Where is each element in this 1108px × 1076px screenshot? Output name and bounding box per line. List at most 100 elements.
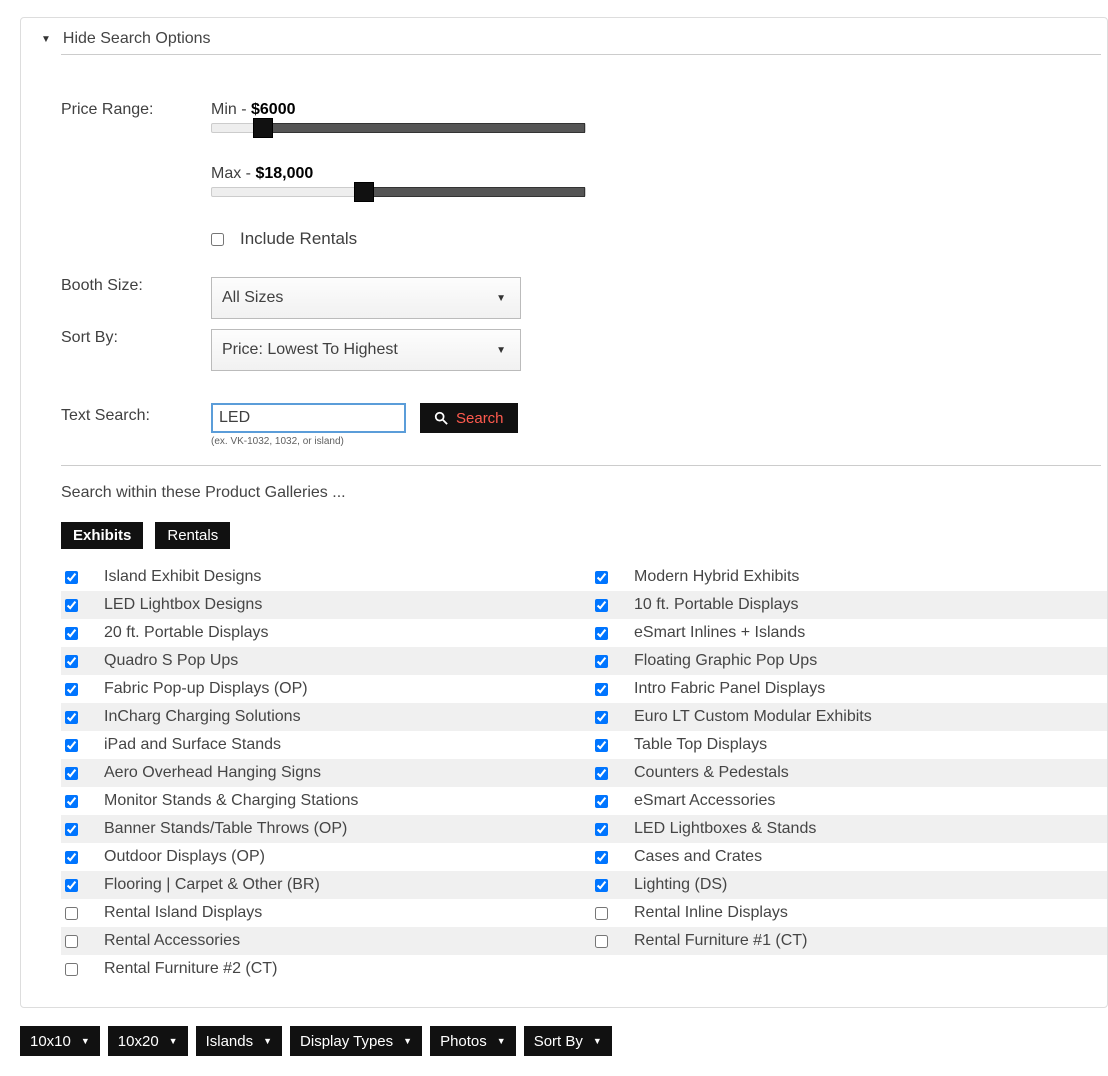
toggle-search-options[interactable]: ▼ Hide Search Options bbox=[61, 30, 1101, 55]
gallery-label: Flooring | Carpet & Other (BR) bbox=[104, 876, 320, 894]
gallery-checkbox[interactable] bbox=[595, 711, 608, 724]
gallery-label: Fabric Pop-up Displays (OP) bbox=[104, 680, 308, 698]
gallery-checkbox[interactable] bbox=[65, 823, 78, 836]
footer-filter-button[interactable]: 10x20▼ bbox=[108, 1026, 188, 1056]
gallery-checkbox[interactable] bbox=[595, 739, 608, 752]
gallery-checkbox[interactable] bbox=[65, 851, 78, 864]
caret-down-icon: ▼ bbox=[41, 34, 51, 45]
gallery-label: Rental Furniture #2 (CT) bbox=[104, 960, 277, 978]
search-options-panel: ▼ Hide Search Options Price Range: Min -… bbox=[20, 17, 1108, 1008]
price-min-slider[interactable] bbox=[211, 123, 586, 133]
footer-filter-button[interactable]: 10x10▼ bbox=[20, 1026, 100, 1056]
tab-exhibits[interactable]: Exhibits bbox=[61, 522, 143, 549]
sort-by-label: Sort By: bbox=[61, 329, 211, 371]
gallery-row: 10 ft. Portable Displays bbox=[591, 591, 1108, 619]
gallery-checkbox[interactable] bbox=[65, 599, 78, 612]
gallery-label: LED Lightbox Designs bbox=[104, 596, 262, 614]
search-icon bbox=[434, 411, 448, 425]
gallery-checkbox[interactable] bbox=[65, 655, 78, 668]
text-search-hint: (ex. VK-1032, 1032, or island) bbox=[211, 436, 1101, 447]
gallery-row: Rental Furniture #2 (CT) bbox=[61, 955, 591, 983]
caret-down-icon: ▼ bbox=[81, 1036, 90, 1046]
gallery-label: Rental Accessories bbox=[104, 932, 240, 950]
gallery-row: Rental Accessories bbox=[61, 927, 591, 955]
gallery-checkbox[interactable] bbox=[595, 823, 608, 836]
gallery-row: Quadro S Pop Ups bbox=[61, 647, 591, 675]
text-search-input[interactable] bbox=[211, 403, 406, 433]
gallery-checkbox[interactable] bbox=[65, 683, 78, 696]
footer-filter-button[interactable]: Sort By▼ bbox=[524, 1026, 612, 1056]
gallery-row: Table Top Displays bbox=[591, 731, 1108, 759]
gallery-row: Rental Inline Displays bbox=[591, 899, 1108, 927]
gallery-row: Euro LT Custom Modular Exhibits bbox=[591, 703, 1108, 731]
gallery-label: InCharg Charging Solutions bbox=[104, 708, 301, 726]
booth-size-select[interactable]: All Sizes ▼ bbox=[211, 277, 521, 319]
gallery-checkbox[interactable] bbox=[65, 935, 78, 948]
gallery-row: InCharg Charging Solutions bbox=[61, 703, 591, 731]
gallery-checkbox[interactable] bbox=[595, 655, 608, 668]
gallery-label: Intro Fabric Panel Displays bbox=[634, 680, 825, 698]
gallery-label: Rental Island Displays bbox=[104, 904, 262, 922]
search-button[interactable]: Search bbox=[420, 403, 518, 433]
include-rentals-checkbox[interactable] bbox=[211, 233, 224, 246]
gallery-checkbox[interactable] bbox=[65, 627, 78, 640]
gallery-checkbox[interactable] bbox=[65, 963, 78, 976]
footer-filter-button[interactable]: Photos▼ bbox=[430, 1026, 516, 1056]
gallery-label: Counters & Pedestals bbox=[634, 764, 789, 782]
gallery-checkbox[interactable] bbox=[595, 851, 608, 864]
galleries-heading: Search within these Product Galleries ..… bbox=[61, 484, 1101, 502]
price-max-label: Max - $18,000 bbox=[211, 165, 1101, 183]
gallery-row: eSmart Accessories bbox=[591, 787, 1108, 815]
gallery-row: 20 ft. Portable Displays bbox=[61, 619, 591, 647]
sort-by-select[interactable]: Price: Lowest To Highest ▼ bbox=[211, 329, 521, 371]
gallery-checkbox[interactable] bbox=[65, 767, 78, 780]
caret-down-icon: ▼ bbox=[497, 1036, 506, 1046]
footer-filter-bar: 10x10▼ 10x20▼ Islands▼ Display Types▼ Photos… bbox=[20, 1026, 1108, 1056]
caret-down-icon: ▼ bbox=[169, 1036, 178, 1046]
gallery-row: Rental Furniture #1 (CT) bbox=[591, 927, 1108, 955]
gallery-label: Aero Overhead Hanging Signs bbox=[104, 764, 321, 782]
divider bbox=[61, 465, 1101, 466]
gallery-row: Outdoor Displays (OP) bbox=[61, 843, 591, 871]
price-range-label: Price Range: bbox=[61, 101, 211, 249]
gallery-checkbox[interactable] bbox=[595, 683, 608, 696]
gallery-checkbox[interactable] bbox=[65, 711, 78, 724]
disclosure-label: Hide Search Options bbox=[63, 30, 211, 48]
gallery-checkbox[interactable] bbox=[595, 935, 608, 948]
gallery-checkbox[interactable] bbox=[65, 795, 78, 808]
price-max-slider[interactable] bbox=[211, 187, 586, 197]
caret-down-icon: ▼ bbox=[263, 1036, 272, 1046]
footer-filter-button[interactable]: Islands▼ bbox=[196, 1026, 282, 1056]
gallery-checkbox[interactable] bbox=[65, 739, 78, 752]
gallery-checkbox[interactable] bbox=[65, 879, 78, 892]
footer-filter-button[interactable]: Display Types▼ bbox=[290, 1026, 422, 1056]
price-min-handle[interactable] bbox=[253, 118, 273, 138]
caret-down-icon: ▼ bbox=[403, 1036, 412, 1046]
gallery-checkbox[interactable] bbox=[595, 795, 608, 808]
gallery-row: Floating Graphic Pop Ups bbox=[591, 647, 1108, 675]
gallery-row: Counters & Pedestals bbox=[591, 759, 1108, 787]
price-max-handle[interactable] bbox=[354, 182, 374, 202]
gallery-row: Modern Hybrid Exhibits bbox=[591, 563, 1108, 591]
gallery-row: Flooring | Carpet & Other (BR) bbox=[61, 871, 591, 899]
gallery-label: Island Exhibit Designs bbox=[104, 568, 261, 586]
gallery-list: Island Exhibit Designs LED Lightbox Desig… bbox=[61, 563, 1108, 983]
gallery-checkbox[interactable] bbox=[595, 571, 608, 584]
price-min-label: Min - $6000 bbox=[211, 101, 1101, 119]
gallery-row: Rental Island Displays bbox=[61, 899, 591, 927]
gallery-label: 20 ft. Portable Displays bbox=[104, 624, 269, 642]
gallery-checkbox[interactable] bbox=[595, 627, 608, 640]
gallery-checkbox[interactable] bbox=[65, 907, 78, 920]
include-rentals-label: Include Rentals bbox=[240, 229, 357, 249]
gallery-checkbox[interactable] bbox=[595, 599, 608, 612]
gallery-checkbox[interactable] bbox=[595, 767, 608, 780]
tab-rentals[interactable]: Rentals bbox=[155, 522, 230, 549]
gallery-label: Table Top Displays bbox=[634, 736, 767, 754]
gallery-checkbox[interactable] bbox=[595, 879, 608, 892]
gallery-row: Intro Fabric Panel Displays bbox=[591, 675, 1108, 703]
price-min-group: Min - $6000 bbox=[211, 101, 1101, 133]
gallery-checkbox[interactable] bbox=[65, 571, 78, 584]
gallery-label: Modern Hybrid Exhibits bbox=[634, 568, 799, 586]
gallery-checkbox[interactable] bbox=[595, 907, 608, 920]
gallery-row: Lighting (DS) bbox=[591, 871, 1108, 899]
